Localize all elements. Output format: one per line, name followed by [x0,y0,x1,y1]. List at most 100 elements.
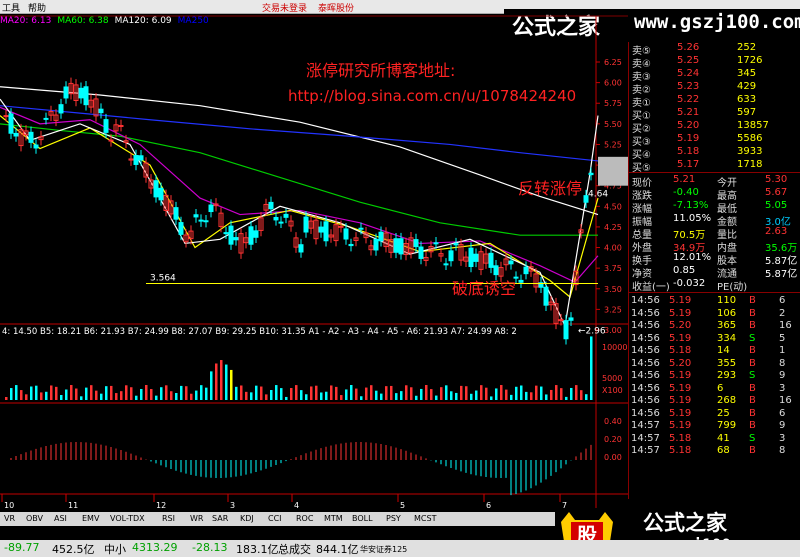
candle-body [433,242,439,245]
volume-bar [265,394,268,400]
tick-count: 3 [779,432,786,444]
trade-status[interactable]: 交易未登录 [262,1,307,14]
candle-body [133,155,139,165]
tab-psy[interactable]: PSY [386,514,401,523]
tick-count: 1 [779,345,786,356]
volume-bar [340,395,343,400]
volume-bar [135,395,138,400]
tab-kdj[interactable]: KDJ [240,514,254,523]
orderbook-row[interactable]: 买⑤ 5.17 1718 [629,159,800,174]
kline-chart[interactable]: 6.256.005.755.505.255.004.754.504.254.00… [0,14,628,512]
tick-count: 16 [779,320,792,331]
index2-name[interactable]: 中小 [104,541,126,557]
orderbook-price: 5.17 [677,159,700,170]
index1-change: -89.77 [4,541,40,554]
tab-wr[interactable]: WR [190,514,203,523]
candle-body [338,225,344,228]
volume-bar [570,387,573,400]
tab-mcst[interactable]: MCST [414,514,436,523]
menu-tools[interactable]: 工具 [2,1,20,14]
tick-price: 5.19 [669,382,692,394]
tick-price: 5.20 [669,357,692,369]
stat-label: PE(动) [717,282,748,293]
volume-bar [530,392,533,400]
orderbook-row[interactable]: 买① 5.21 597 [629,107,800,122]
orderbook-row[interactable]: 卖① 5.22 633 [629,94,800,109]
price-axis-label: 4.50 [604,202,622,211]
orderbook-row[interactable]: 卖② 5.23 429 [629,81,800,96]
volume-bar [85,387,88,400]
price-axis-label: 6.25 [604,58,622,67]
volume-bar [285,396,288,400]
tick-time: 14:57 [631,420,660,431]
tick-count: 9 [779,370,786,381]
price-axis-label: 3.25 [604,305,622,314]
tick-direction: S [749,370,756,381]
tick-row: 14:57 5.19 799 B 9 [629,420,800,432]
index1-amount: 452.5亿 [52,543,95,556]
date-axis-label: 6 [486,501,491,510]
volume-bar [490,396,493,400]
orderbook-price: 5.23 [677,81,700,92]
indicator-value-bar: 4: 14.50 B5: 18.21 B6: 21.93 B7: 24.99 B… [2,327,517,337]
orderbook-volume: 1726 [737,55,763,66]
volume-bar [410,387,413,400]
orderbook-volume: 345 [737,68,757,79]
orderbook-row[interactable]: 买② 5.20 13857 [629,120,800,135]
blog-url[interactable]: http://blog.sina.com.cn/u/1078424240 [288,87,576,105]
volume-bar [100,393,103,400]
macd-axis-label: 0.20 [604,435,622,444]
orderbook-price: 5.21 [677,107,700,118]
tab-sar[interactable]: SAR [212,514,228,523]
tab-roc[interactable]: ROC [296,514,313,523]
menu-help[interactable]: 帮助 [28,1,46,14]
tick-price: 5.18 [669,432,692,444]
date-axis-label: 11 [68,501,78,510]
orderbook-row[interactable]: 买③ 5.19 5586 [629,133,800,148]
tab-mtm[interactable]: MTM [324,514,343,523]
orderbook-volume: 429 [737,81,757,92]
volume-bar [130,387,133,400]
date-axis-label: 12 [156,501,166,510]
orderbook-row[interactable]: 买④ 5.18 3933 [629,146,800,161]
tab-obv[interactable]: OBV [26,514,43,523]
candle-body [473,253,479,262]
volume-bar [420,388,423,400]
volume-bar [360,396,363,400]
tab-vr[interactable]: VR [4,514,15,523]
volume-bar [110,385,113,400]
orderbook-volume: 13857 [737,120,769,131]
candle-body [248,226,254,245]
tab-boll[interactable]: BOLL [352,514,373,523]
volume-bar [465,386,468,400]
volume-bar [200,385,203,400]
candle-body [508,260,514,265]
candle-body [153,180,159,198]
orderbook-row[interactable]: 卖⑤ 5.26 252 [629,42,800,57]
candle-body [193,214,199,218]
candle-body [443,263,449,266]
volume-bar [425,385,428,400]
volume-bar [195,390,198,400]
stat-row: 现价 5.21 今开 5.30 [629,174,800,189]
volume-bar [180,385,183,400]
volume-bar [45,391,48,400]
candle-body [208,204,214,213]
reversal-label: 反转涨停 [518,179,582,198]
orderbook-row[interactable]: 卖④ 5.25 1726 [629,55,800,70]
tab-asi[interactable]: ASI [54,514,67,523]
volume-bar [90,385,93,400]
tab-cci[interactable]: CCI [268,514,282,523]
candle-body [318,226,324,233]
orderbook-row[interactable]: 卖③ 5.24 345 [629,68,800,83]
stat-value: 12.01% [673,252,712,263]
tab-emv[interactable]: EMV [82,514,99,523]
candle-body [418,246,424,259]
tick-time: 14:56 [631,382,660,394]
candle-body [273,216,279,221]
tab-vol-tdx[interactable]: VOL-TDX [110,514,145,523]
volume-bar [520,385,523,400]
index2-change: -28.13 [192,541,228,554]
tick-price: 5.19 [669,407,692,419]
tab-rsi[interactable]: RSI [162,514,175,523]
